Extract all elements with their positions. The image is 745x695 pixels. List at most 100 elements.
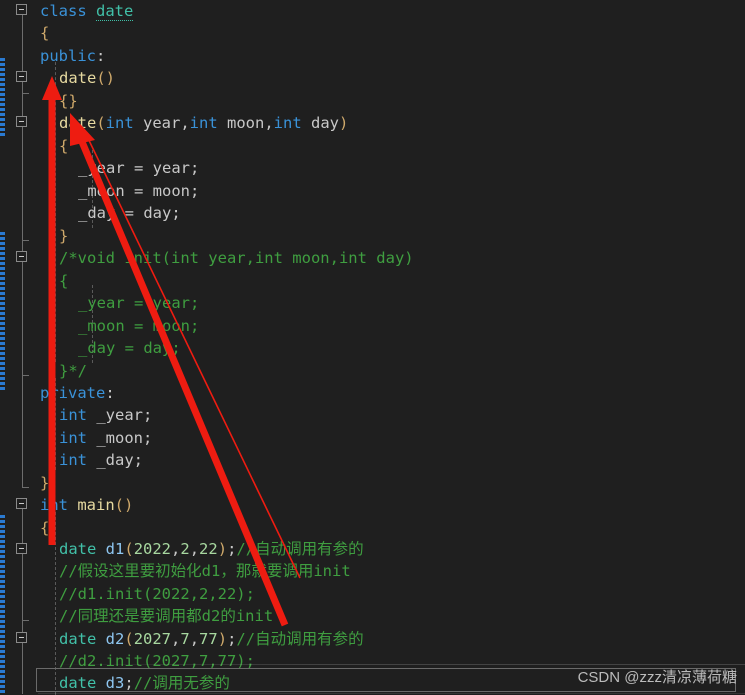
code-token: 77 [199, 630, 218, 648]
code-token: ( [124, 540, 134, 558]
code-line[interactable]: //d2.init(2027,7,77); [59, 650, 255, 673]
code-token: d2 [105, 630, 125, 648]
code-line[interactable]: _moon = moon; [78, 180, 199, 203]
code-line[interactable]: date(int year,int moon,int day) [59, 112, 348, 135]
code-line[interactable]: /*void init(int year,int moon,int day) [59, 247, 414, 270]
code-token: { [40, 24, 50, 42]
code-token: ) [217, 630, 228, 648]
code-token: } [40, 474, 50, 492]
code-token: = [115, 204, 144, 222]
code-line[interactable]: _year = year; [78, 157, 199, 180]
code-line[interactable]: { [59, 270, 68, 293]
code-token: ; [143, 406, 153, 424]
code-token: { [40, 519, 50, 537]
code-token: moon, [217, 114, 274, 132]
code-token: ; [49, 474, 59, 492]
code-token: , [171, 630, 181, 648]
code-token: , [189, 540, 200, 558]
code-token: date [59, 630, 97, 648]
code-line[interactable]: date d1(2022,2,22);//自动调用有参的 [59, 538, 364, 561]
code-token: date [59, 114, 97, 132]
code-token: {} [59, 92, 78, 110]
code-token: ; [190, 159, 200, 177]
code-token: , [171, 540, 181, 558]
code-token: year, [133, 114, 190, 132]
watermark-rule [38, 664, 745, 665]
code-token: ( [96, 114, 106, 132]
code-token: ; [227, 630, 237, 648]
code-token: ; [133, 451, 144, 469]
code-token: ( [124, 630, 134, 648]
code-token: int [59, 451, 87, 469]
code-token: _day [78, 204, 116, 222]
code-line[interactable]: date d3;//调用无参的 [59, 672, 230, 695]
code-token: int [59, 406, 87, 424]
code-line[interactable]: //d1.init(2022,2,22); [59, 583, 255, 606]
code-token: int [189, 114, 218, 132]
code-token: { [59, 272, 69, 290]
code-line[interactable]: int _year; [59, 404, 152, 427]
code-token: _moon = moon; [78, 317, 200, 335]
code-token: //自动调用有参的 [236, 540, 364, 558]
code-token: = [124, 182, 153, 200]
code-token: int [105, 114, 134, 132]
code-token: ; [124, 674, 134, 692]
code-line[interactable]: class date [40, 0, 134, 23]
code-token: date [96, 2, 134, 21]
code-line[interactable]: public: [40, 45, 105, 68]
code-line[interactable]: _day = day; [78, 202, 181, 225]
code-token: d1 [105, 540, 125, 558]
code-line[interactable]: int _moon; [59, 427, 152, 450]
code-token: } [59, 227, 69, 245]
code-token: ; [143, 429, 153, 447]
code-line[interactable]: private: [40, 382, 115, 405]
code-line[interactable]: int _day; [59, 449, 143, 472]
code-line[interactable]: _day = day; [78, 337, 181, 360]
code-token: = [124, 159, 153, 177]
code-line[interactable]: _moon = moon; [78, 315, 199, 338]
code-line[interactable]: { [40, 517, 49, 540]
code-line[interactable]: date d2(2027,7,77);//自动调用有参的 [59, 628, 364, 651]
code-line[interactable]: _year = year; [78, 292, 199, 315]
code-token: //自动调用有参的 [236, 630, 364, 648]
code-token: { [59, 137, 69, 155]
code-line[interactable]: } [59, 225, 68, 248]
code-token: //同理还是要调用都d2的init [59, 607, 274, 625]
code-token: _year [78, 159, 125, 177]
code-line[interactable]: }*/ [59, 360, 87, 383]
code-content[interactable]: class date{public: date(){} date(int year,… [0, 0, 745, 695]
code-token: date [59, 540, 97, 558]
code-token: () [96, 69, 115, 87]
code-token: : [96, 47, 106, 65]
code-token: moon [152, 182, 190, 200]
code-token: 2027 [133, 630, 172, 648]
code-token: int [273, 114, 302, 132]
code-line[interactable]: date() [59, 67, 115, 90]
code-token: //假设这里要初始化d1，那就要调用init [59, 562, 351, 580]
code-line[interactable]: { [40, 22, 49, 45]
code-token: _day [87, 451, 134, 469]
code-line[interactable]: }; [40, 472, 59, 495]
code-line[interactable]: int main() [40, 494, 133, 517]
code-token: ) [339, 114, 349, 132]
csdn-watermark: CSDN @zzz清凉薄荷糖 [577, 669, 737, 686]
code-line[interactable]: {} [59, 90, 78, 113]
code-token: //d1.init(2022,2,22); [59, 585, 255, 603]
code-token: _year = year; [78, 294, 200, 312]
code-token: : [105, 384, 115, 402]
code-line[interactable]: //同理还是要调用都d2的init [59, 605, 273, 628]
code-token: _year [87, 406, 143, 424]
code-token: 7 [180, 630, 190, 648]
code-token: ; [171, 204, 181, 222]
code-line[interactable]: { [59, 135, 68, 158]
code-token: main [77, 496, 115, 514]
code-token: , [189, 630, 200, 648]
code-token: ; [190, 182, 200, 200]
code-token: }*/ [59, 362, 87, 380]
code-token: int [40, 496, 68, 514]
code-token: 22 [199, 540, 218, 558]
code-line[interactable]: //假设这里要初始化d1，那就要调用init [59, 560, 351, 583]
code-token: ) [217, 540, 228, 558]
